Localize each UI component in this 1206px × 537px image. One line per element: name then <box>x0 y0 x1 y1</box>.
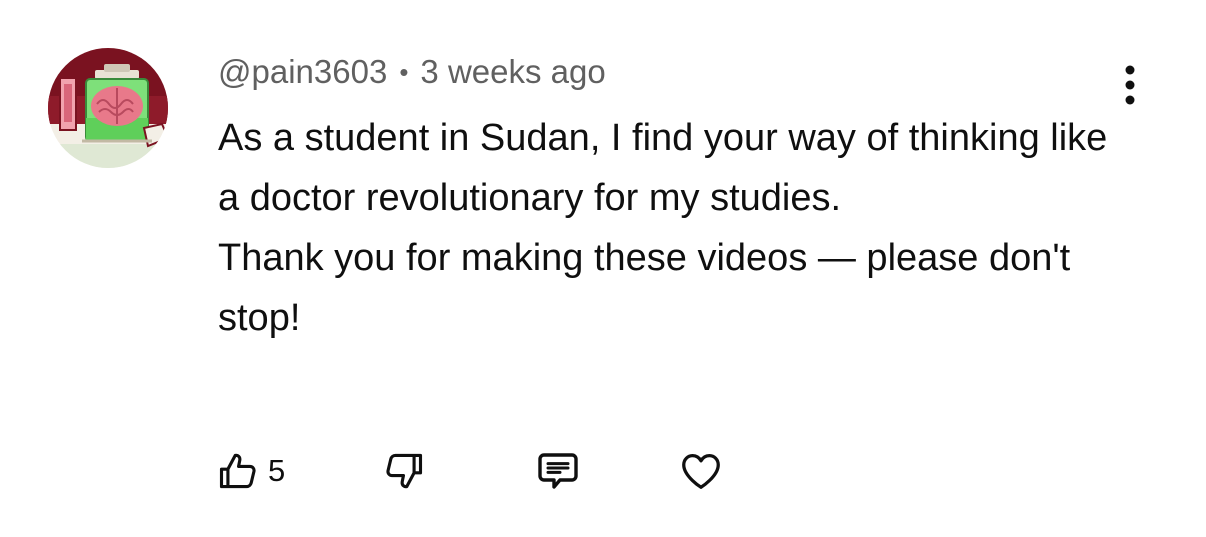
comment-paragraph: As a student in Sudan, I find your way o… <box>218 117 1108 219</box>
comment-body: As a student in Sudan, I find your way o… <box>218 108 1118 348</box>
reply-button[interactable] <box>534 446 582 496</box>
heart-icon <box>682 454 720 489</box>
thumbs-down-icon <box>386 453 423 489</box>
thumbs-up-icon <box>219 453 256 489</box>
comment-icon <box>538 453 578 489</box>
heart-button[interactable] <box>678 446 724 496</box>
more-options-button[interactable] <box>1110 60 1150 110</box>
author-handle[interactable]: @pain3603 <box>218 53 387 91</box>
dislike-button[interactable] <box>382 446 426 496</box>
meta-separator: • <box>399 56 409 87</box>
comment-card: @pain3603 • 3 weeks ago As a student in … <box>0 0 1206 537</box>
comment-meta: @pain3603 • 3 weeks ago <box>218 52 606 92</box>
like-button[interactable]: 5 <box>216 446 285 496</box>
more-vertical-icon <box>1125 65 1135 105</box>
comment-timestamp[interactable]: 3 weeks ago <box>420 53 605 91</box>
avatar-image <box>48 48 168 168</box>
comment-paragraph: Thank you for making these videos — plea… <box>218 237 1071 339</box>
avatar[interactable] <box>48 48 168 168</box>
like-count: 5 <box>268 453 286 488</box>
